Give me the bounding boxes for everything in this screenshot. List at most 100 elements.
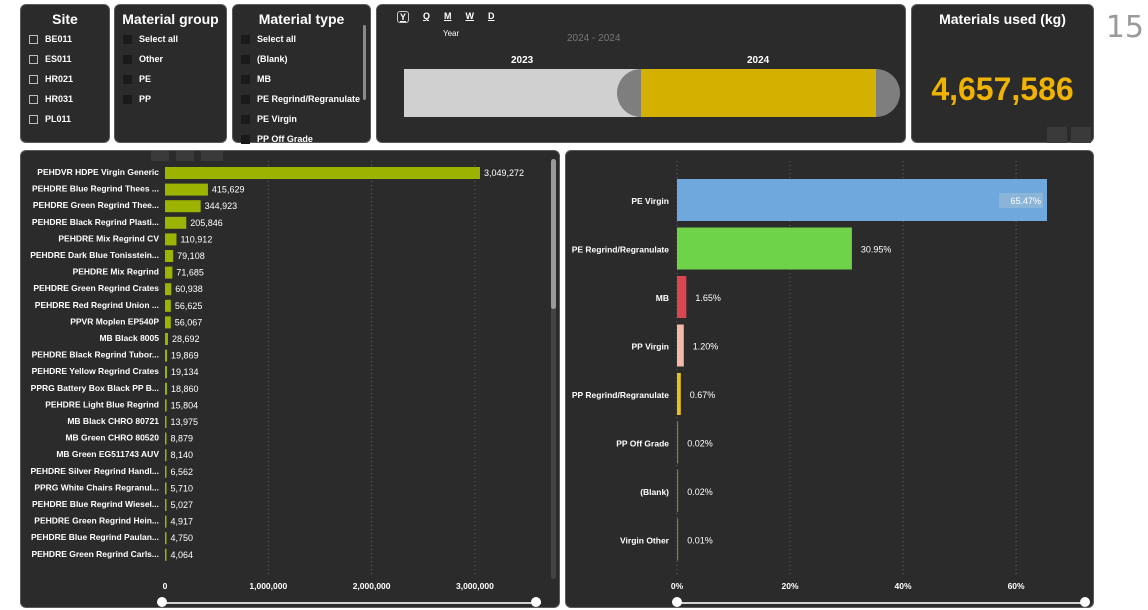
data-label: 56,067 xyxy=(175,317,203,327)
checkbox-icon[interactable] xyxy=(29,54,38,64)
bar xyxy=(677,518,679,561)
material-group-item-pe[interactable]: PE xyxy=(115,69,226,89)
data-label: 79,108 xyxy=(177,251,205,261)
material-group-item-pp[interactable]: PP xyxy=(115,89,226,109)
category-label: PP Off Grade xyxy=(616,439,669,449)
visual-header-icon[interactable] xyxy=(201,151,223,161)
bar xyxy=(165,200,201,213)
data-label: 65.47% xyxy=(1010,196,1041,206)
data-label: 0.01% xyxy=(687,536,713,546)
kpi-scroll-button-right[interactable] xyxy=(1071,127,1091,143)
material-type-item-blank[interactable]: (Blank) xyxy=(233,49,370,69)
slicer-scrollbar[interactable] xyxy=(363,25,366,100)
data-label: 4,750 xyxy=(171,533,194,543)
level-week-button[interactable]: W xyxy=(466,11,475,23)
data-label: 0.67% xyxy=(690,390,716,400)
level-month-button[interactable]: M xyxy=(444,11,452,23)
bar xyxy=(677,324,684,367)
timeline-year-2023[interactable] xyxy=(404,69,640,117)
bar xyxy=(165,183,208,196)
x-tick-label: 3,000,000 xyxy=(456,581,494,591)
bar xyxy=(165,416,167,428)
scroll-handle-left[interactable] xyxy=(157,597,167,607)
checkbox-icon[interactable] xyxy=(123,94,132,104)
chart-scrollbar-horizontal[interactable] xyxy=(676,602,1086,604)
checkbox-icon[interactable] xyxy=(29,74,38,84)
visual-header-icon[interactable] xyxy=(176,151,194,161)
category-label: PEHDRE Blue Regrind Thees ... xyxy=(32,184,159,194)
category-label: PEHDRE Black Regrind Plasti... xyxy=(32,217,159,227)
material-group-item-select-all[interactable]: Select all xyxy=(115,29,226,49)
material-type-item-pe-regrind[interactable]: PE Regrind/Regranulate xyxy=(233,89,370,109)
scroll-handle-right[interactable] xyxy=(531,597,541,607)
chart-scrollbar-vertical[interactable] xyxy=(551,159,556,579)
data-label: 4,917 xyxy=(171,517,194,527)
data-label: 28,692 xyxy=(172,334,200,344)
timeline-year-2024[interactable] xyxy=(640,69,876,117)
checkbox-icon[interactable] xyxy=(29,94,38,104)
scroll-handle-right[interactable] xyxy=(1080,597,1090,607)
bar xyxy=(165,316,171,329)
checkbox-icon[interactable] xyxy=(123,54,132,64)
data-label: 1.65% xyxy=(695,293,721,303)
bar xyxy=(165,283,172,296)
x-tick-label: 40% xyxy=(895,581,912,591)
bar xyxy=(165,266,173,279)
category-label: (Blank) xyxy=(640,487,669,497)
bar xyxy=(165,399,167,412)
material-group-slicer: Material group Select all Other PE PP xyxy=(114,4,227,143)
material-group-slicer-title: Material group xyxy=(122,11,219,27)
category-label: PEHDRE Dark Blue Tonisstein... xyxy=(30,250,159,260)
checkbox-icon[interactable] xyxy=(123,34,132,44)
material-type-item-pp-off-grade[interactable]: PP Off Grade xyxy=(233,129,370,149)
data-label: 60,938 xyxy=(175,284,203,294)
category-label: PEHDRE Blue Regrind Wiesel... xyxy=(32,499,159,509)
site-item-hr031[interactable]: HR031 xyxy=(21,89,109,109)
level-quarter-button[interactable]: Q xyxy=(423,11,430,23)
x-tick-label: 2,000,000 xyxy=(353,581,391,591)
scrollbar-thumb[interactable] xyxy=(551,159,556,309)
material-type-item-pe-virgin[interactable]: PE Virgin xyxy=(233,109,370,129)
data-label: 4,064 xyxy=(171,550,194,560)
checkbox-icon[interactable] xyxy=(123,74,132,84)
checkbox-icon[interactable] xyxy=(241,114,250,124)
material-type-item-mb[interactable]: MB xyxy=(233,69,370,89)
category-label: PEHDRE Green Regrind Crates xyxy=(33,283,159,293)
checkbox-icon[interactable] xyxy=(241,134,250,144)
checkbox-icon[interactable] xyxy=(29,34,38,44)
checkbox-icon[interactable] xyxy=(241,34,250,44)
range-label: 2024 - 2024 xyxy=(567,33,621,44)
scroll-handle-left[interactable] xyxy=(672,597,682,607)
x-tick-label: 0% xyxy=(671,581,684,591)
site-item-hr021[interactable]: HR021 xyxy=(21,69,109,89)
site-item-be011[interactable]: BE011 xyxy=(21,29,109,49)
site-item-pl011[interactable]: PL011 xyxy=(21,109,109,129)
bar xyxy=(165,299,171,312)
category-label: Virgin Other xyxy=(620,536,670,546)
data-label: 0.02% xyxy=(687,439,713,449)
checkbox-icon[interactable] xyxy=(241,74,250,84)
data-label: 6,562 xyxy=(171,467,194,477)
data-label: 5,027 xyxy=(171,500,194,510)
kpi-scroll-button-left[interactable] xyxy=(1047,127,1067,143)
level-day-button[interactable]: D xyxy=(488,11,495,23)
category-label: MB xyxy=(656,293,669,303)
material-type-item-select-all[interactable]: Select all xyxy=(233,29,370,49)
bar xyxy=(165,382,167,395)
data-label: 56,625 xyxy=(175,301,203,311)
timeline-end-handle[interactable] xyxy=(876,69,900,117)
x-tick-label: 20% xyxy=(782,581,799,591)
level-year-button[interactable]: Y xyxy=(397,11,410,23)
category-label: PEHDRE Silver Regrind Handl... xyxy=(31,466,159,476)
checkbox-icon[interactable] xyxy=(241,54,250,64)
material-group-item-other[interactable]: Other xyxy=(115,49,226,69)
timeline-level-selector: Y Q M W D xyxy=(397,11,509,23)
bar xyxy=(165,548,167,561)
checkbox-icon[interactable] xyxy=(241,94,250,104)
visual-header-icon[interactable] xyxy=(151,151,169,161)
category-label: MB Green EG511743 AUV xyxy=(56,449,159,459)
chart-scrollbar-horizontal[interactable] xyxy=(161,602,541,604)
category-label: PEHDRE Mix Regrind CV xyxy=(58,233,159,243)
checkbox-icon[interactable] xyxy=(29,114,38,124)
site-item-es011[interactable]: ES011 xyxy=(21,49,109,69)
